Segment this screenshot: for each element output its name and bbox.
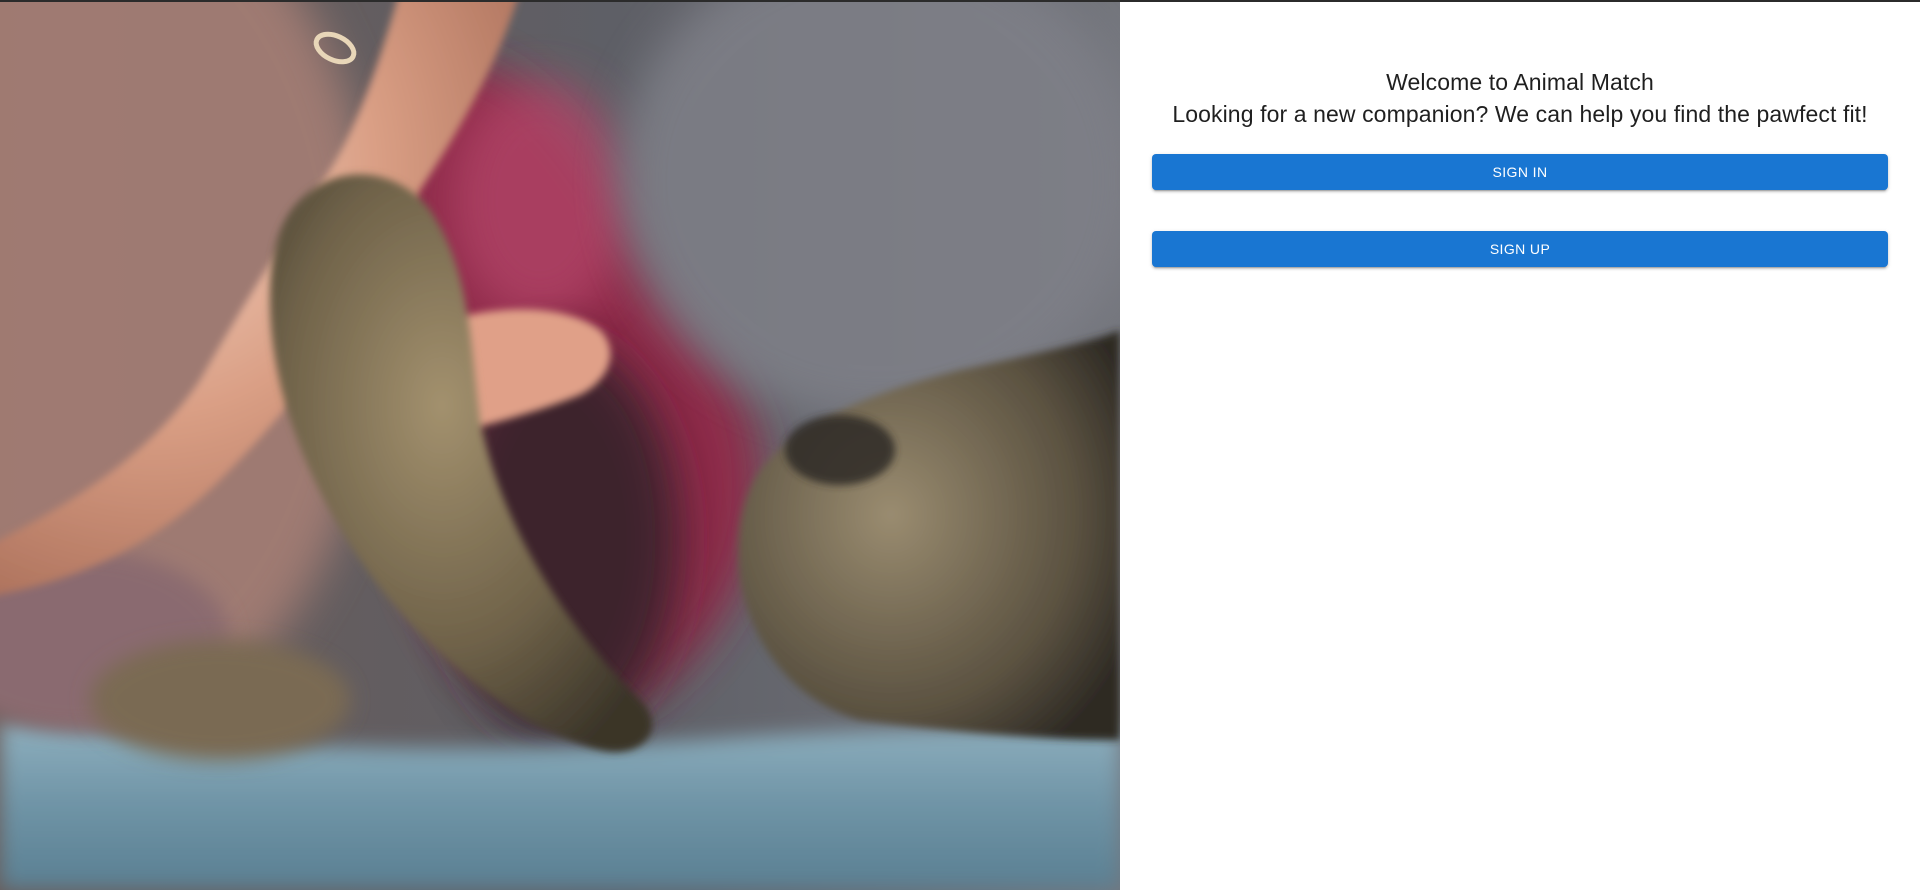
welcome-title: Welcome to Animal Match <box>1386 69 1654 95</box>
welcome-panel: Welcome to Animal Match Looking for a ne… <box>1120 0 1920 890</box>
landing-page: Welcome to Animal Match Looking for a ne… <box>0 0 1920 890</box>
welcome-subtitle: Looking for a new companion? We can help… <box>1172 101 1868 127</box>
sign-up-button[interactable]: SIGN UP <box>1152 231 1888 267</box>
hero-image <box>0 0 1120 890</box>
sign-in-button[interactable]: SIGN IN <box>1152 154 1888 190</box>
kitten-paw-photo <box>0 0 1120 890</box>
top-border <box>0 0 1920 2</box>
welcome-heading: Welcome to Animal Match Looking for a ne… <box>1120 66 1920 130</box>
